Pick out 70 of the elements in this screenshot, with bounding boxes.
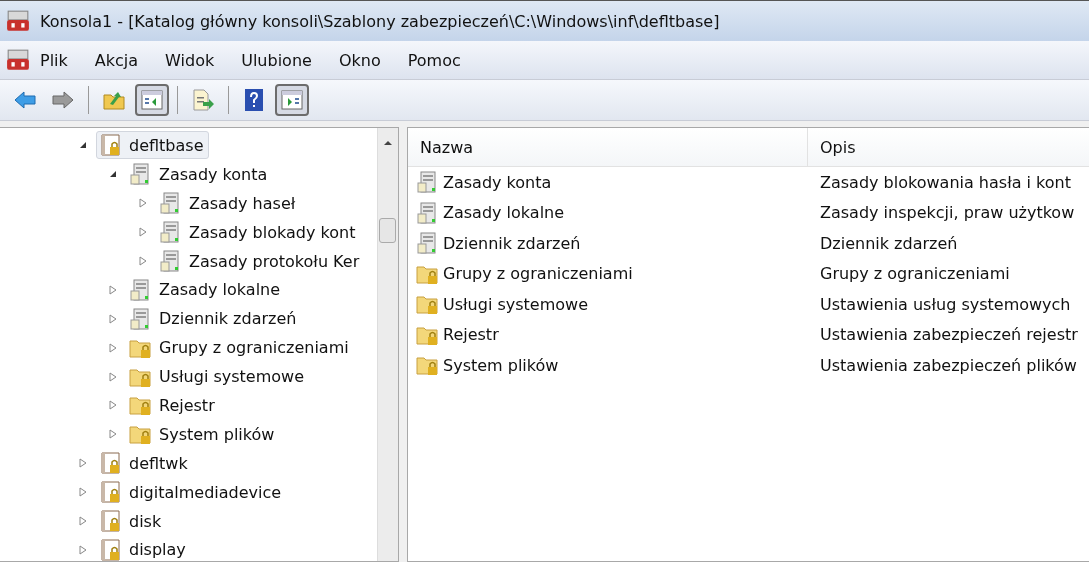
expand-arrow-icon[interactable] (78, 487, 88, 498)
menu-item[interactable]: Ulubione (241, 50, 325, 70)
collapse-arrow-icon[interactable] (78, 140, 88, 151)
tree-pane-icon (140, 88, 164, 112)
tree-item[interactable]: Zasady protokołu Ker (156, 247, 365, 275)
book-lock-icon (99, 451, 123, 476)
scroll-thumb[interactable] (379, 218, 396, 243)
window-title: Konsola1 - [Katalog główny konsoli\Szablony zabezpieczeń\C:\Windows\inf\defltbase] (40, 11, 720, 31)
expand-arrow-icon[interactable] (108, 313, 118, 324)
menu-item[interactable]: Plik (40, 50, 81, 70)
expand-arrow-icon[interactable] (108, 371, 118, 382)
expand-arrow-icon[interactable] (108, 284, 118, 295)
menu-item[interactable]: Okno (338, 50, 394, 70)
table-cell-text: Dziennik zdarzeń (819, 233, 959, 253)
table-cell-text: Ustawienia zabezpieczeń rejestr (819, 325, 1079, 345)
tree-item[interactable]: Zasady blokady kont (156, 218, 361, 247)
tree-item[interactable]: Rejestr (126, 391, 220, 420)
list-item[interactable]: Zasady konta (408, 170, 808, 195)
tree-item[interactable]: Zasady konta (126, 160, 273, 189)
column-header[interactable]: Opis (808, 128, 1089, 166)
expand-arrow-icon[interactable] (138, 198, 148, 209)
toolbox-icon[interactable] (6, 48, 30, 72)
expand-arrow-icon[interactable] (108, 400, 118, 411)
toolbox-icon (6, 9, 30, 33)
tree-item[interactable]: digitalmediadevice (96, 478, 287, 507)
column-header[interactable]: Nazwa (408, 128, 808, 166)
back-arrow-icon (13, 88, 37, 112)
action-button[interactable] (275, 84, 309, 116)
book-lock-icon (99, 509, 123, 533)
tree-item[interactable]: Grupy z ograniczeniami (126, 333, 354, 362)
expand-arrow-icon[interactable] (138, 256, 148, 266)
tree-item[interactable]: Zasady haseł (156, 189, 301, 218)
menu-item[interactable]: Widok (165, 50, 228, 70)
expand-arrow-icon[interactable] (78, 544, 88, 555)
tree-item[interactable]: Usługi systemowe (126, 362, 309, 391)
list-item[interactable]: Zasady lokalne (408, 200, 808, 225)
book-lock-icon (99, 480, 123, 505)
table-cell-text: Ustawienia zabezpieczeń plików (819, 355, 1078, 375)
expand-arrow-icon[interactable] (78, 516, 88, 526)
book-lock-icon (99, 133, 123, 158)
table-cell-text: Zasady inspekcji, praw użytkow (819, 203, 1076, 223)
tree-item[interactable]: Dziennik zdarzeń (126, 304, 302, 333)
expand-arrow-icon[interactable] (108, 429, 118, 440)
tree-item[interactable]: display (96, 535, 191, 561)
table-cell-text: Grupy z ograniczeniami (819, 264, 1011, 284)
tree-item[interactable]: Zasady lokalne (126, 275, 286, 304)
expand-arrow-icon[interactable] (108, 342, 118, 353)
export-list-icon (191, 88, 215, 112)
menu-item[interactable]: Akcja (94, 50, 152, 70)
table-cell-text: Zasady blokowania hasła i kont (819, 172, 1072, 192)
scrollbar[interactable] (377, 128, 398, 561)
tree-item[interactable]: defltbase (96, 131, 209, 160)
list-item[interactable]: Rejestr (408, 322, 808, 347)
help-icon (242, 88, 266, 112)
list-item[interactable]: System plików (408, 353, 808, 378)
tree-item[interactable]: disk (96, 507, 167, 535)
collapse-arrow-icon[interactable] (108, 169, 118, 180)
action-pane-icon (280, 88, 304, 112)
list-item[interactable]: Dziennik zdarzeń (408, 231, 808, 256)
tree-item[interactable]: defltwk (96, 449, 193, 478)
forward-arrow-icon (51, 88, 75, 112)
list-item[interactable]: Usługi systemowe (408, 292, 808, 317)
table-cell-text: Ustawienia usług systemowych (819, 294, 1072, 314)
list-item[interactable]: Grupy z ograniczeniami (408, 261, 808, 286)
expand-arrow-icon[interactable] (78, 458, 88, 469)
expand-arrow-icon[interactable] (138, 227, 148, 238)
scroll-up-icon[interactable] (383, 138, 393, 148)
tree-item[interactable]: System plików (126, 420, 280, 449)
menu-item[interactable]: Pomoc (407, 50, 474, 70)
tree-button[interactable] (135, 84, 169, 116)
